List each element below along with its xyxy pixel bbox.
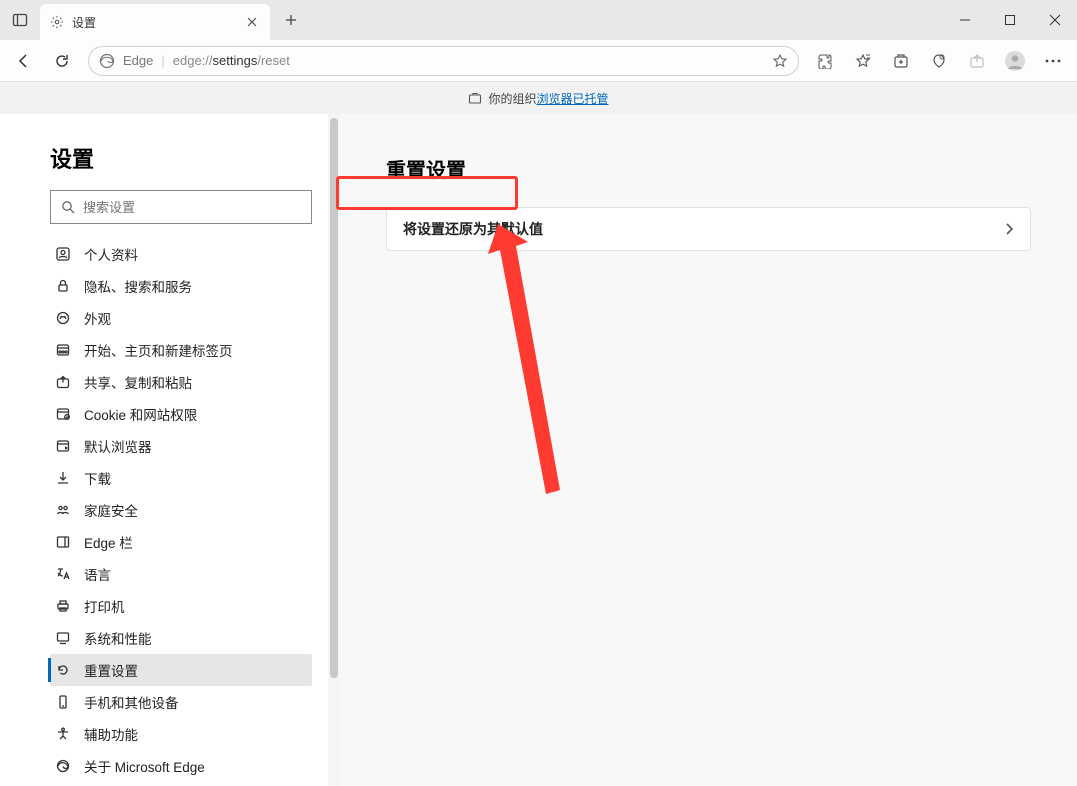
edge-logo-icon bbox=[99, 53, 115, 69]
banner-text: 你的组织浏览器已托管 bbox=[488, 90, 608, 107]
briefcase-icon bbox=[468, 91, 482, 105]
start-icon bbox=[54, 342, 72, 358]
profile-icon bbox=[54, 246, 72, 262]
appearance-icon bbox=[54, 310, 72, 326]
managed-banner: 你的组织浏览器已托管 bbox=[0, 82, 1077, 114]
tab-title: 设置 bbox=[72, 14, 236, 31]
sidebar-scrollbar[interactable] bbox=[328, 114, 340, 786]
language-icon bbox=[54, 566, 72, 582]
cookie-icon bbox=[54, 406, 72, 422]
address-url: edge://settings/reset bbox=[173, 53, 290, 68]
sidebar-item-label: 外观 bbox=[84, 308, 111, 328]
banner-link[interactable]: 浏览器已托管 bbox=[537, 92, 609, 106]
favorites-button[interactable] bbox=[845, 45, 881, 77]
sidebar-item-6[interactable]: 默认浏览器 bbox=[50, 430, 312, 462]
sidebar-item-2[interactable]: 外观 bbox=[50, 302, 312, 334]
annotation-arrow bbox=[460, 214, 590, 504]
sidebar-item-label: 家庭安全 bbox=[84, 500, 138, 520]
sidebar-item-label: 下载 bbox=[84, 468, 111, 488]
settings-search-input[interactable] bbox=[83, 200, 301, 215]
sidebar-item-label: Edge 栏 bbox=[84, 532, 133, 552]
browser-essentials-button[interactable] bbox=[921, 45, 957, 77]
extensions-button[interactable] bbox=[807, 45, 843, 77]
settings-search[interactable] bbox=[50, 190, 312, 224]
sidebar-item-11[interactable]: 打印机 bbox=[50, 590, 312, 622]
sidebar-item-label: 个人资料 bbox=[84, 244, 138, 264]
tab-close-button[interactable] bbox=[244, 14, 260, 30]
reset-icon bbox=[54, 662, 72, 678]
search-icon bbox=[61, 200, 75, 214]
new-tab-button[interactable] bbox=[276, 5, 306, 35]
settings-title: 设置 bbox=[50, 142, 312, 174]
favorite-star-icon[interactable] bbox=[772, 53, 788, 69]
tab-manager-button[interactable] bbox=[0, 0, 40, 40]
sidebar-item-label: 开始、主页和新建标签页 bbox=[84, 340, 233, 360]
minimize-button[interactable] bbox=[942, 0, 987, 40]
sidebar-item-label: 语言 bbox=[84, 564, 111, 584]
sidebar-item-label: 辅助功能 bbox=[84, 724, 138, 744]
sidebar-item-10[interactable]: 语言 bbox=[50, 558, 312, 590]
printer-icon bbox=[54, 598, 72, 614]
sidebar-item-label: 系统和性能 bbox=[84, 628, 152, 648]
sidebar-item-label: 共享、复制和粘贴 bbox=[84, 372, 192, 392]
sidebar-item-label: 默认浏览器 bbox=[84, 436, 152, 456]
privacy-icon bbox=[54, 278, 72, 294]
sidebar-item-16[interactable]: 关于 Microsoft Edge bbox=[50, 750, 312, 782]
sidebar-item-7[interactable]: 下载 bbox=[50, 462, 312, 494]
reset-option[interactable]: 将设置还原为其默认值 bbox=[386, 207, 1031, 251]
more-button[interactable] bbox=[1035, 45, 1071, 77]
sidebar-item-13[interactable]: 重置设置 bbox=[50, 654, 312, 686]
window-titlebar: 设置 bbox=[0, 0, 1077, 40]
profile-button[interactable] bbox=[997, 45, 1033, 77]
window-controls bbox=[942, 0, 1077, 40]
sidebar-item-label: 打印机 bbox=[84, 596, 125, 616]
sidebar-item-12[interactable]: 系统和性能 bbox=[50, 622, 312, 654]
sidebar-item-1[interactable]: 隐私、搜索和服务 bbox=[50, 270, 312, 302]
edge-logo-icon bbox=[54, 758, 72, 774]
browser-toolbar: Edge | edge://settings/reset bbox=[0, 40, 1077, 82]
sidebar-item-label: Cookie 和网站权限 bbox=[84, 404, 197, 424]
collections-button[interactable] bbox=[883, 45, 919, 77]
sidebar-item-14[interactable]: 手机和其他设备 bbox=[50, 686, 312, 718]
refresh-button[interactable] bbox=[44, 45, 80, 77]
reset-option-label: 将设置还原为其默认值 bbox=[403, 219, 543, 239]
settings-sidebar: 设置 个人资料隐私、搜索和服务外观开始、主页和新建标签页共享、复制和粘贴 Cook… bbox=[0, 114, 340, 786]
sidebar-item-4[interactable]: 共享、复制和粘贴 bbox=[50, 366, 312, 398]
sidebar-item-label: 关于 Microsoft Edge bbox=[84, 756, 205, 776]
sidebar-item-5[interactable]: Cookie 和网站权限 bbox=[50, 398, 312, 430]
system-icon bbox=[54, 630, 72, 646]
sidebar-item-3[interactable]: 开始、主页和新建标签页 bbox=[50, 334, 312, 366]
sidebar-item-label: 手机和其他设备 bbox=[84, 692, 179, 712]
gear-icon bbox=[50, 15, 64, 29]
sidebar-item-15[interactable]: 辅助功能 bbox=[50, 718, 312, 750]
download-icon bbox=[54, 470, 72, 486]
page-title: 重置设置 bbox=[386, 154, 1031, 183]
settings-main: 重置设置 将设置还原为其默认值 bbox=[340, 114, 1077, 786]
scrollbar-thumb[interactable] bbox=[330, 118, 338, 678]
family-icon bbox=[54, 502, 72, 518]
back-button[interactable] bbox=[6, 45, 42, 77]
sidebar-item-0[interactable]: 个人资料 bbox=[50, 238, 312, 270]
accessibility-icon bbox=[54, 726, 72, 742]
address-bar[interactable]: Edge | edge://settings/reset bbox=[88, 46, 799, 76]
sidebar-item-label: 重置设置 bbox=[84, 660, 138, 680]
edgebar-icon bbox=[54, 534, 72, 550]
phone-icon bbox=[54, 694, 72, 710]
share-button[interactable] bbox=[959, 45, 995, 77]
sidebar-item-9[interactable]: Edge 栏 bbox=[50, 526, 312, 558]
maximize-button[interactable] bbox=[987, 0, 1032, 40]
chevron-right-icon bbox=[1004, 222, 1014, 236]
address-prefix: Edge bbox=[123, 53, 153, 68]
share-icon bbox=[54, 374, 72, 390]
sidebar-item-8[interactable]: 家庭安全 bbox=[50, 494, 312, 526]
close-window-button[interactable] bbox=[1032, 0, 1077, 40]
browser-tab[interactable]: 设置 bbox=[40, 4, 270, 40]
default-browser-icon bbox=[54, 438, 72, 454]
sidebar-item-label: 隐私、搜索和服务 bbox=[84, 276, 192, 296]
